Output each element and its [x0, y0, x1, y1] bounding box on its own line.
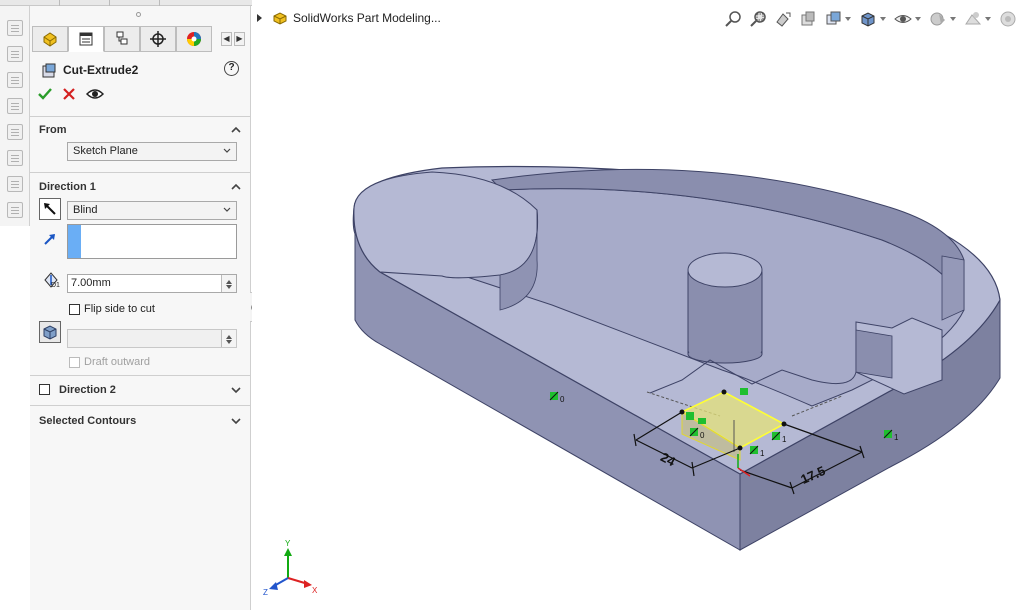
- action-buttons: [38, 87, 104, 101]
- appearance-icon: [187, 32, 201, 46]
- draft-outward-label: Draft outward: [84, 356, 151, 368]
- selection-indicator: [68, 225, 81, 258]
- cancel-x-icon[interactable]: [62, 87, 76, 101]
- end-condition-select[interactable]: Blind: [67, 201, 237, 220]
- depth-input[interactable]: 7.00mm: [67, 274, 237, 293]
- direction1-section-title[interactable]: Direction 1: [39, 181, 96, 193]
- flip-side-label: Flip side to cut: [84, 303, 155, 315]
- auto-balloon-icon[interactable]: [7, 72, 23, 88]
- svg-text:1: 1: [760, 449, 765, 458]
- divider: [30, 375, 251, 376]
- end-condition-value: Blind: [73, 204, 98, 216]
- datum-feature-icon[interactable]: [7, 176, 23, 192]
- triad-x-label: X: [312, 586, 318, 595]
- draft-outward-checkbox[interactable]: [69, 357, 80, 368]
- featuremanager-tab[interactable]: [32, 26, 68, 52]
- dimxpert-tab[interactable]: [140, 26, 176, 52]
- tabs-scroll-right-button[interactable]: ▶: [234, 32, 245, 46]
- help-icon[interactable]: ?: [224, 61, 239, 76]
- panel-grip-icon[interactable]: [136, 12, 141, 17]
- direction-vector-icon: [44, 234, 55, 245]
- relation-marker-small[interactable]: [686, 412, 694, 420]
- ok-check-icon[interactable]: [38, 87, 52, 101]
- depth-value: 7.00mm: [71, 277, 111, 289]
- balloon-icon[interactable]: [7, 46, 23, 62]
- property-manager-icon: [79, 32, 93, 46]
- display-manager-tab[interactable]: [176, 26, 212, 52]
- feature-title-label: Cut-Extrude2: [63, 63, 139, 77]
- configurationmanager-tab[interactable]: [104, 26, 140, 52]
- flip-side-checkbox[interactable]: [69, 304, 80, 315]
- feature-title: Cut-Extrude2: [42, 61, 138, 79]
- chevron-down-icon: [223, 148, 231, 153]
- part-icon: [43, 32, 57, 47]
- tabs-scroll-left-button[interactable]: ◀: [221, 32, 232, 46]
- surface-finish-icon[interactable]: [7, 98, 23, 114]
- chevron-down-icon: [223, 207, 231, 212]
- hole-callout-icon[interactable]: [7, 150, 23, 166]
- propertymanager-tab[interactable]: [68, 26, 104, 52]
- depth-icon-label: D1: [51, 282, 60, 289]
- direction2-section-title[interactable]: Direction 2: [59, 384, 116, 396]
- target-icon: [150, 31, 166, 47]
- svg-text:1: 1: [894, 433, 899, 442]
- draft-toggle-button[interactable]: [39, 321, 61, 343]
- divider: [30, 172, 251, 173]
- selected-contours-title[interactable]: Selected Contours: [39, 415, 136, 427]
- divider: [30, 405, 251, 406]
- cut-extrude-icon: [42, 63, 56, 77]
- preview-eye-icon[interactable]: [86, 87, 104, 101]
- direction-selection-box[interactable]: [67, 224, 237, 259]
- svg-text:1: 1: [782, 435, 787, 444]
- right-notch-wall: [855, 329, 893, 379]
- from-select[interactable]: Sketch Plane: [67, 142, 237, 161]
- from-section-title[interactable]: From: [39, 124, 67, 136]
- property-manager: ◀ ▶ Cut-Extrude2 ? From Sketch Plane Dir…: [30, 6, 251, 610]
- reverse-direction-button[interactable]: [39, 198, 61, 220]
- coordinate-triad: Y X Z: [263, 539, 318, 597]
- divider: [30, 116, 251, 117]
- triad-z-label: Z: [263, 588, 268, 597]
- svg-text:0: 0: [560, 395, 565, 404]
- graphics-area[interactable]: SolidWorks Part Modeling... 24 17.5 0 0 …: [252, 0, 1024, 610]
- chevron-up-icon[interactable]: [230, 181, 242, 193]
- sketch-point[interactable]: [721, 389, 727, 395]
- configuration-icon: [116, 31, 128, 45]
- depth-spinner[interactable]: [221, 275, 236, 292]
- relation-marker-small[interactable]: [740, 388, 748, 395]
- draft-angle-input[interactable]: [67, 329, 237, 348]
- part-model[interactable]: 24 17.5 0 0 1 1 1 Y X Z: [252, 0, 1024, 610]
- note-icon[interactable]: [7, 20, 23, 36]
- datum-target-icon[interactable]: [7, 202, 23, 218]
- from-select-value: Sketch Plane: [73, 145, 138, 157]
- weld-symbol-icon[interactable]: [7, 124, 23, 140]
- reverse-direction-icon: [44, 203, 56, 215]
- svg-text:0: 0: [700, 431, 705, 440]
- pocket-right-inner-wall: [941, 255, 965, 321]
- cylinder-top: [687, 252, 763, 288]
- draft-icon: [43, 325, 57, 340]
- triad-y-label: Y: [285, 539, 291, 548]
- chevron-up-icon[interactable]: [230, 124, 242, 136]
- command-rail: [0, 6, 30, 226]
- draft-angle-spinner[interactable]: [221, 330, 236, 347]
- chevron-down-icon[interactable]: [230, 415, 242, 427]
- manager-tabs: ◀ ▶: [32, 26, 249, 52]
- chevron-down-icon[interactable]: [230, 384, 242, 396]
- relation-marker-small[interactable]: [698, 418, 706, 424]
- direction2-checkbox[interactable]: [39, 384, 50, 395]
